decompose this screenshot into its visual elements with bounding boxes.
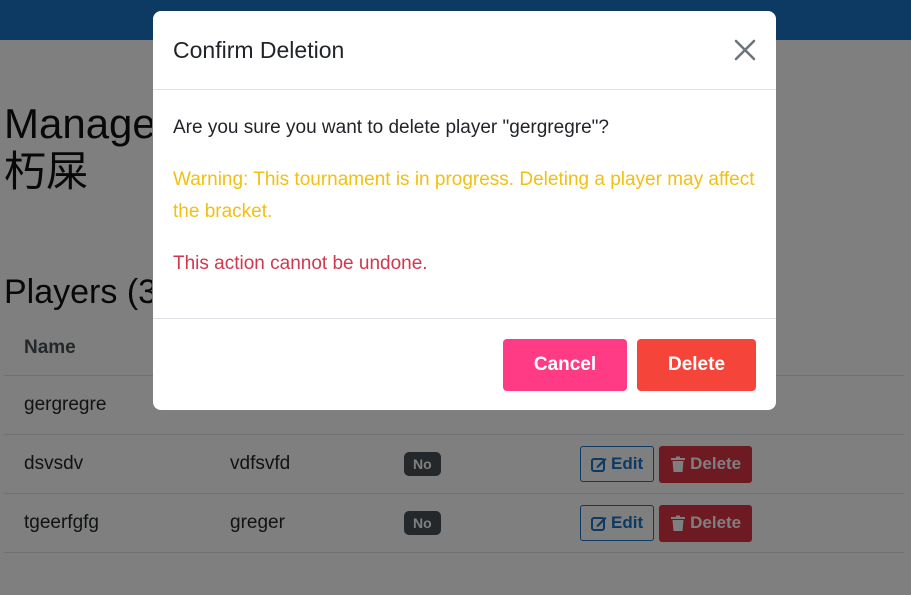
- confirm-delete-button[interactable]: Delete: [637, 339, 756, 391]
- modal-footer: Cancel Delete: [153, 318, 776, 410]
- confirm-question: Are you sure you want to delete player "…: [173, 117, 609, 138]
- modal-header: Confirm Deletion: [153, 11, 776, 90]
- close-icon[interactable]: [732, 37, 758, 63]
- irreversible-message: This action cannot be undone.: [173, 253, 428, 274]
- cancel-button[interactable]: Cancel: [503, 339, 627, 391]
- modal-title: Confirm Deletion: [173, 37, 345, 63]
- confirm-delete-dialog: Confirm Deletion Are you sure you want t…: [153, 11, 776, 410]
- warning-message: Warning: This tournament is in progress.…: [173, 169, 755, 222]
